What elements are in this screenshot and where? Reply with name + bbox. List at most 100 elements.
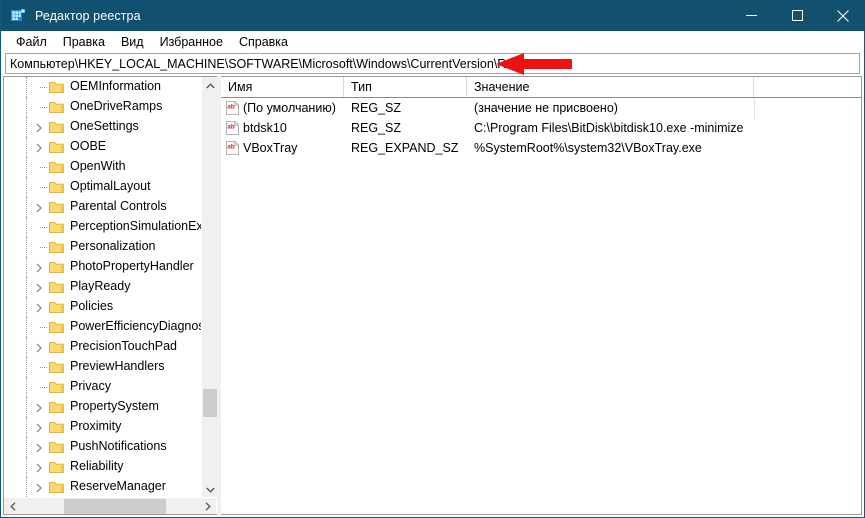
folder-icon (49, 121, 64, 134)
svg-text:ab: ab (227, 144, 235, 151)
address-bar[interactable]: Компьютер\HKEY_LOCAL_MACHINE\SOFTWARE\Mi… (5, 53, 860, 74)
scroll-left-arrow-icon[interactable] (4, 498, 21, 514)
menu-item-file[interactable]: Файл (8, 33, 55, 52)
folder-icon (49, 281, 64, 294)
tree-item-label: Personalization (70, 239, 156, 253)
tree-guide-line (26, 157, 27, 177)
tree-item-precisiontouchpad[interactable]: PrecisionTouchPad (4, 337, 202, 357)
folder-icon (49, 81, 64, 94)
chevron-right-icon[interactable] (33, 421, 45, 433)
value-name-cell: ab VBoxTray (221, 138, 344, 158)
menu-item-favorites[interactable]: Избранное (152, 33, 231, 52)
tree-item-pushnotifications[interactable]: PushNotifications (4, 437, 202, 457)
tree-horizontal-scrollbar[interactable] (4, 497, 216, 514)
chevron-right-icon[interactable] (33, 141, 45, 153)
tree-guide-line (26, 477, 27, 497)
tree-item-proximity[interactable]: Proximity (4, 417, 202, 437)
column-header-name[interactable]: Имя (221, 77, 344, 97)
tree-item-perceptionsimulationextension[interactable]: PerceptionSimulationExten (4, 217, 202, 237)
address-path-text: Компьютер\HKEY_LOCAL_MACHINE\SOFTWARE\Mi… (10, 56, 521, 71)
tree-item-label: PhotoPropertyHandler (70, 259, 194, 273)
scroll-down-arrow-icon[interactable] (202, 481, 217, 498)
folder-icon (49, 201, 64, 214)
title-bar: Редактор реестра (1, 0, 865, 31)
tree-item-label: OpenWith (70, 159, 126, 173)
tree-item-onesettings[interactable]: OneSettings (4, 117, 202, 137)
chevron-right-icon[interactable] (33, 201, 45, 213)
tree-guide-stub (40, 227, 47, 228)
tree-item-powerefficiencydiagnostics[interactable]: PowerEfficiencyDiagnostic (4, 317, 202, 337)
tree-item-label: ReserveManager (70, 479, 166, 493)
tree-item-photopropertyhandler[interactable]: PhotoPropertyHandler (4, 257, 202, 277)
maximize-button[interactable] (774, 0, 820, 31)
minimize-button[interactable] (728, 0, 774, 31)
tree-guide-line (26, 417, 27, 437)
tree-item-label: PropertySystem (70, 399, 159, 413)
window-title: Редактор реестра (35, 8, 141, 23)
value-name-cell: ab btdsk10 (221, 118, 344, 138)
tree-guide-stub (40, 387, 47, 388)
scroll-up-arrow-icon[interactable] (202, 77, 217, 94)
tree-item-parental-controls[interactable]: Parental Controls (4, 197, 202, 217)
tree-item-onedriveramps[interactable]: OneDriveRamps (4, 97, 202, 117)
tree-item-playready[interactable]: PlayReady (4, 277, 202, 297)
folder-icon (49, 481, 64, 494)
column-header-spacer (754, 77, 861, 97)
menu-item-view[interactable]: Вид (113, 33, 152, 52)
table-row[interactable]: ab (По умолчанию) REG_SZ (значение не пр… (221, 98, 861, 118)
tree-guide-stub (40, 87, 47, 88)
tree-guide-line (26, 317, 27, 337)
tree-item-label: Policies (70, 299, 114, 313)
menu-item-help[interactable]: Справка (231, 33, 296, 52)
tree-item-label: PushNotifications (70, 439, 167, 453)
tree-item-label: PrecisionTouchPad (70, 339, 178, 353)
chevron-right-icon[interactable] (33, 261, 45, 273)
chevron-right-icon[interactable] (33, 401, 45, 413)
value-data-cell: (значение не присвоено) (474, 101, 618, 115)
tree-item-privacy[interactable]: Privacy (4, 377, 202, 397)
folder-icon (49, 221, 64, 234)
table-row[interactable]: ab btdsk10 REG_SZ C:\Program Files\BitDi… (221, 118, 861, 138)
tree-guide-stub (40, 107, 47, 108)
chevron-right-icon[interactable] (33, 341, 45, 353)
tree-item-label: Parental Controls (70, 199, 167, 213)
registry-values-pane: Имя Тип Значение ab (По умолчанию) REG_S… (221, 76, 862, 515)
tree-item-reliability[interactable]: Reliability (4, 457, 202, 477)
tree-item-previewhandlers[interactable]: PreviewHandlers (4, 357, 202, 377)
tree-vertical-scrollbar[interactable] (201, 77, 217, 498)
tree-item-oeminformation[interactable]: OEMInformation (4, 77, 202, 97)
values-list: ab (По умолчанию) REG_SZ (значение не пр… (221, 98, 861, 158)
chevron-right-icon[interactable] (33, 461, 45, 473)
folder-icon (49, 421, 64, 434)
tree-horizontal-scroll-thumb[interactable] (64, 499, 166, 514)
chevron-right-icon[interactable] (33, 301, 45, 313)
registry-editor-window: Редактор реестра Файл Правка Вид Избранн… (0, 0, 865, 518)
tree-item-policies[interactable]: Policies (4, 297, 202, 317)
chevron-right-icon[interactable] (33, 481, 45, 493)
tree-vertical-scroll-thumb[interactable] (203, 389, 217, 417)
tree-item-openwith[interactable]: OpenWith (4, 157, 202, 177)
tree-item-label: PreviewHandlers (70, 359, 165, 373)
tree-item-oobe[interactable]: OOBE (4, 137, 202, 157)
tree-item-personalization[interactable]: Personalization (4, 237, 202, 257)
folder-icon (49, 161, 64, 174)
column-header-value[interactable]: Значение (467, 77, 754, 97)
tree-item-propertysystem[interactable]: PropertySystem (4, 397, 202, 417)
chevron-right-icon[interactable] (33, 121, 45, 133)
column-header-type[interactable]: Тип (344, 77, 467, 97)
menu-item-edit[interactable]: Правка (55, 33, 113, 52)
chevron-right-icon[interactable] (33, 281, 45, 293)
table-row[interactable]: ab VBoxTray REG_EXPAND_SZ %SystemRoot%\s… (221, 138, 861, 158)
content-panes: OEMInformation OneDriveRamps OneSettings… (3, 76, 862, 515)
chevron-right-icon[interactable] (33, 441, 45, 453)
tree-item-optimallayout[interactable]: OptimalLayout (4, 177, 202, 197)
registry-tree-pane: OEMInformation OneDriveRamps OneSettings… (3, 76, 217, 515)
close-button[interactable] (820, 0, 865, 31)
tree-guide-line (26, 77, 27, 97)
tree-item-reservemanager[interactable]: ReserveManager (4, 477, 202, 497)
folder-icon (49, 381, 64, 394)
scroll-right-arrow-icon[interactable] (199, 498, 216, 514)
tree-guide-line (26, 177, 27, 197)
value-type-cell: REG_SZ (351, 101, 402, 115)
tree-guide-line (26, 237, 27, 257)
